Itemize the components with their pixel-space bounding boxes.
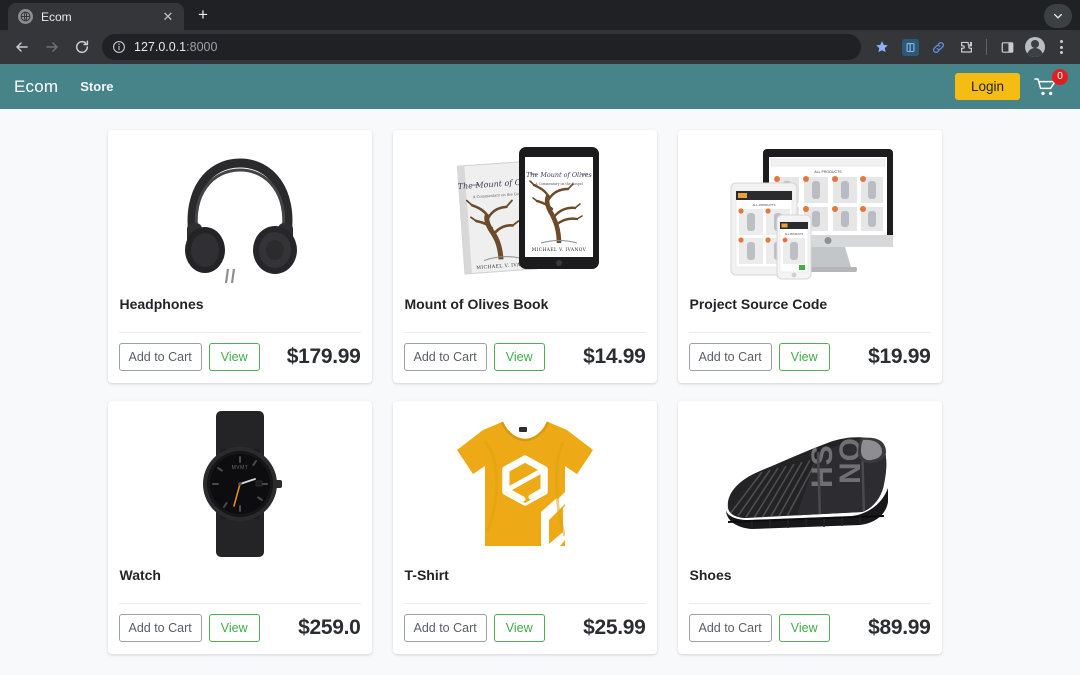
browser-tab[interactable]: Ecom ✕ (8, 3, 184, 30)
add-to-cart-button[interactable]: Add to Cart (118, 343, 202, 371)
svg-text:MICHAEL V. IVANOV: MICHAEL V. IVANOV (531, 248, 586, 253)
toolbar-icons (869, 34, 1072, 60)
product-actions: Add to Cart View $89.99 (688, 603, 931, 654)
tab-strip: Ecom ✕ + (0, 0, 1080, 30)
cart-button[interactable]: 0 (1034, 68, 1068, 97)
product-price: $89.99 (868, 616, 931, 639)
chrome-menu-icon[interactable] (1050, 34, 1072, 60)
login-button[interactable]: Login (954, 73, 1020, 100)
view-button[interactable]: View (208, 343, 260, 371)
nav-link-store[interactable]: Store (80, 79, 113, 94)
svg-text:ALL PRODUCTS: ALL PRODUCTS (784, 233, 803, 236)
add-to-cart-button[interactable]: Add to Cart (403, 343, 487, 371)
product-card[interactable]: NOI HS Shoes Add to Cart View $89.99 (677, 401, 942, 654)
view-button[interactable]: View (493, 343, 545, 371)
view-button[interactable]: View (778, 343, 830, 371)
reload-icon[interactable] (68, 33, 96, 61)
svg-text:ALL PRODUCTS: ALL PRODUCTS (752, 203, 775, 207)
svg-text:HS: HS (806, 444, 839, 488)
svg-text:ALL PRODUCTS: ALL PRODUCTS (814, 170, 842, 174)
extension-blue-icon[interactable] (897, 34, 923, 60)
add-to-cart-button[interactable]: Add to Cart (403, 614, 487, 642)
cart-count-badge: 0 (1052, 68, 1068, 85)
browser-toolbar: 127.0.0.1:8000 (0, 30, 1080, 64)
tab-title: Ecom (41, 9, 72, 24)
sneaker-product-image: NOI HS (678, 401, 942, 559)
profile-avatar-icon[interactable] (1022, 34, 1048, 60)
back-arrow-icon[interactable] (8, 33, 36, 61)
product-price: $14.99 (583, 345, 646, 368)
side-panel-icon[interactable] (994, 34, 1020, 60)
product-price: $19.99 (868, 345, 931, 368)
product-actions: Add to Cart View $259.0 (118, 603, 361, 654)
svg-text:A Commentary on the Gospel: A Commentary on the Gospel (534, 182, 582, 186)
product-actions: Add to Cart View $179.99 (118, 332, 361, 383)
product-grid: Headphones Add to Cart View $179.99 The … (107, 130, 973, 654)
svg-text:The Mount of Olives: The Mount of Olives (526, 171, 592, 179)
site-brand[interactable]: Ecom (14, 77, 58, 97)
view-button[interactable]: View (208, 614, 260, 642)
product-price: $25.99 (583, 616, 646, 639)
product-card[interactable]: T-Shirt Add to Cart View $25.99 (392, 401, 657, 654)
view-button[interactable]: View (493, 614, 545, 642)
product-name: Project Source Code (689, 296, 828, 312)
product-name: Mount of Olives Book (404, 296, 549, 312)
toolbar-divider (986, 39, 987, 55)
link-extension-icon[interactable] (925, 34, 951, 60)
svg-text:MVMT: MVMT (231, 465, 248, 471)
headphones-product-image (108, 130, 372, 288)
bookmark-star-icon[interactable] (869, 34, 895, 60)
new-tab-button[interactable]: + (190, 3, 216, 29)
add-to-cart-button[interactable]: Add to Cart (688, 614, 772, 642)
product-name: Headphones (119, 296, 204, 312)
chevron-down-icon[interactable] (1044, 4, 1072, 28)
url-host: 127.0.0.1 (134, 40, 187, 54)
browser-window: Ecom ✕ + 127.0.0.1:8000 Ecom Store Login… (0, 0, 1080, 675)
add-to-cart-button[interactable]: Add to Cart (688, 343, 772, 371)
url-text: 127.0.0.1:8000 (134, 40, 217, 54)
add-to-cart-button[interactable]: Add to Cart (118, 614, 202, 642)
close-icon[interactable]: ✕ (160, 9, 176, 25)
product-actions: Add to Cart View $19.99 (688, 332, 931, 383)
site-navbar: Ecom Store Login 0 (0, 64, 1080, 109)
product-name: Watch (119, 567, 161, 583)
product-card[interactable]: ALL PRODUCTS ALL PRODUCTS ALL PRODUCTS P… (677, 130, 942, 383)
avatar (1025, 37, 1045, 57)
address-bar[interactable]: 127.0.0.1:8000 (102, 34, 861, 60)
url-port: :8000 (186, 40, 218, 54)
product-price: $179.99 (286, 345, 361, 368)
navbar-right: Login 0 (954, 68, 1068, 100)
page-viewport: Ecom Store Login 0 Headphones Add to Car… (0, 64, 1080, 675)
page-content: Headphones Add to Cart View $179.99 The … (0, 109, 1080, 654)
globe-icon (18, 9, 33, 24)
product-card[interactable]: The Mount of Olives A Commentary on the … (392, 130, 657, 383)
book-and-tablet-product-image: The Mount of Olives A Commentary on the … (393, 130, 657, 288)
view-button[interactable]: View (778, 614, 830, 642)
product-actions: Add to Cart View $25.99 (403, 603, 646, 654)
product-price: $259.0 (298, 616, 361, 639)
site-info-icon[interactable] (112, 40, 126, 54)
responsive-devices-product-image: ALL PRODUCTS ALL PRODUCTS ALL PRODUCTS (678, 130, 942, 288)
product-name: Shoes (689, 567, 732, 583)
extensions-puzzle-icon[interactable] (953, 34, 979, 60)
product-card[interactable]: MVMT Watch Add to Cart View $259.0 (107, 401, 372, 654)
wristwatch-product-image: MVMT (108, 401, 372, 559)
product-actions: Add to Cart View $14.99 (403, 332, 646, 383)
forward-arrow-icon[interactable] (38, 33, 66, 61)
product-card[interactable]: Headphones Add to Cart View $179.99 (107, 130, 372, 383)
tab-strip-actions (1044, 4, 1080, 30)
product-name: T-Shirt (404, 567, 449, 583)
tshirt-product-image (393, 401, 657, 559)
